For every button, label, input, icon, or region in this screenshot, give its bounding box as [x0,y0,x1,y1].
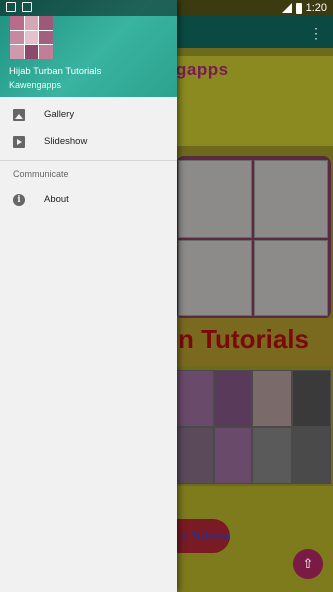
section-header-communicate: Communicate [13,169,69,179]
photo-cell [176,427,214,484]
photo-cell [292,370,331,427]
tutorials-button[interactable]: n Tutorials [176,519,230,553]
drawer-item-label: Gallery [44,109,75,120]
photo-cell [214,370,252,427]
banner-title: n Tutorials [178,324,309,354]
signal-icon [281,3,292,13]
drawer-item-label: Slideshow [44,136,88,147]
drawer-app-subtitle: Kawengapps [9,80,62,90]
photo-cell [254,160,328,238]
status-notifications [6,2,32,12]
overflow-menu-icon[interactable]: ⋮ [309,24,323,42]
photo-cell [292,427,331,484]
photo-cell [178,240,252,316]
status-time: 1:20 [305,2,327,14]
drawer-app-title: Hijab Turban Tutorials [9,66,102,77]
photo-cell [252,370,292,427]
drawer-item-slideshow[interactable]: Slideshow [0,128,177,156]
status-system: 1:20 [281,1,327,15]
photo-cell [252,427,292,484]
photo-grid-bottom [176,370,331,484]
app-logo-thumbnail [10,16,53,59]
drawer-item-about[interactable]: i About [0,186,177,214]
navigation-drawer: Hijab Turban Tutorials Kawengapps Galler… [0,0,177,592]
app-notification-icon [22,2,32,12]
photo-cell [254,240,328,316]
photo-cell [214,427,252,484]
photo-grid-top [176,156,331,319]
slideshow-icon [13,136,25,148]
photo-cell [176,370,214,427]
drawer-item-label: About [44,194,69,205]
drawer-divider [0,160,177,161]
info-icon: i [13,194,25,206]
battery-icon [295,2,302,14]
status-bar: 1:20 [0,0,333,16]
gallery-icon [13,109,25,121]
image-notification-icon [6,2,16,12]
banner-logo: gapps [176,60,229,79]
drawer-item-gallery[interactable]: Gallery [0,101,177,129]
photo-cell [178,160,252,238]
share-fab[interactable]: ⇧ [293,549,323,579]
